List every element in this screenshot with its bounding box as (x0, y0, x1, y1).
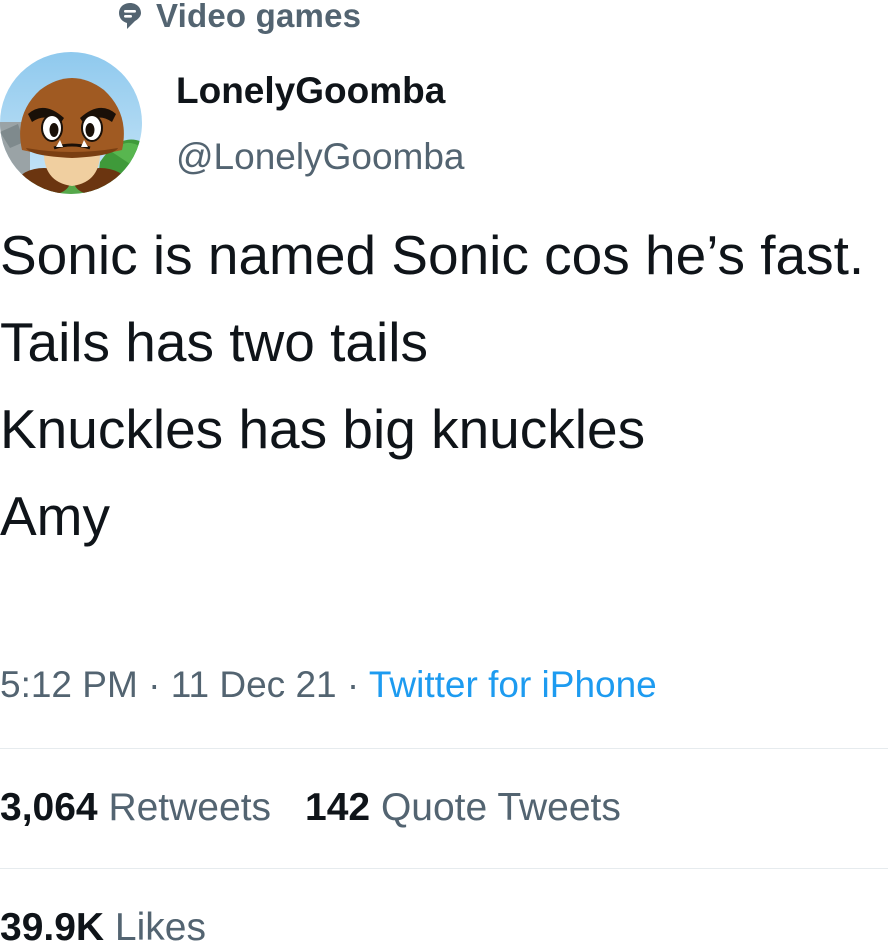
tweet-line: Amy (0, 485, 110, 547)
likes-stat[interactable]: 39.9K Likes (0, 906, 206, 949)
topic-bubble-icon (118, 2, 142, 30)
engagement-stats: 3,064 Retweets 142 Quote Tweets (0, 786, 621, 830)
tweet-line: Knuckles has big knuckles (0, 398, 646, 460)
retweets-count: 3,064 (0, 786, 98, 829)
quotes-label: Quote Tweets (380, 786, 621, 829)
topic-label[interactable]: Video games (156, 0, 361, 35)
tweet-line: Sonic is named Sonic cos he’s fast. (0, 224, 865, 286)
tweet-line: Tails has two tails (0, 311, 428, 373)
user-handle[interactable]: @LonelyGoomba (176, 136, 465, 178)
likes-stats: 39.9K Likes (0, 906, 206, 950)
likes-label: Likes (114, 906, 206, 949)
likes-count: 39.9K (0, 906, 105, 949)
tweet-date[interactable]: 11 Dec 21 (171, 664, 337, 705)
topic-row[interactable]: Video games (118, 0, 361, 38)
divider (0, 868, 888, 869)
tweet-time[interactable]: 5:12 PM (0, 664, 138, 705)
display-name[interactable]: LonelyGoomba (176, 70, 445, 112)
quotes-count: 142 (305, 786, 371, 829)
quotes-stat[interactable]: 142 Quote Tweets (305, 786, 621, 829)
goomba-avatar[interactable] (0, 52, 142, 194)
meta-separator: · (346, 664, 360, 705)
tweet-source-link[interactable]: Twitter for iPhone (369, 664, 657, 705)
divider (0, 748, 888, 749)
retweets-stat[interactable]: 3,064 Retweets (0, 786, 271, 829)
tweet-meta: 5:12 PM · 11 Dec 21 · Twitter for iPhone (0, 664, 657, 706)
tweet-text: Sonic is named Sonic cos he’s fast. Tail… (0, 212, 886, 560)
meta-separator: · (148, 664, 161, 705)
retweets-label: Retweets (108, 786, 272, 829)
